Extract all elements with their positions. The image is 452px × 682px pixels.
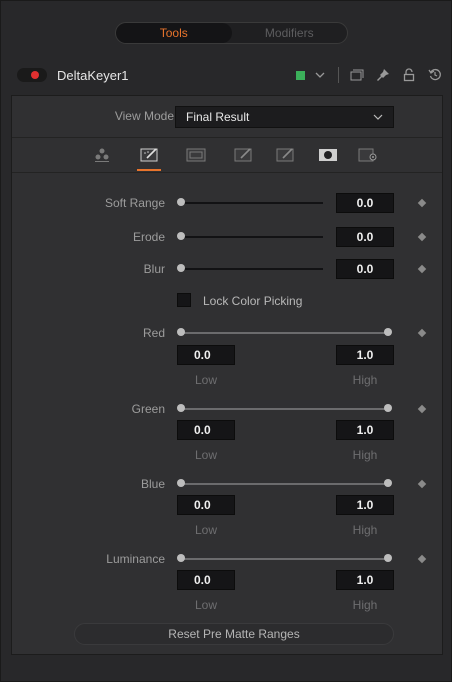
tool-enable-toggle[interactable] xyxy=(17,68,47,82)
erode-value[interactable]: 0.0 xyxy=(336,227,394,247)
view-mode-select[interactable]: Final Result xyxy=(175,106,394,128)
green-range-slider[interactable] xyxy=(181,408,389,410)
active-tab-indicator xyxy=(137,169,161,171)
tuning-tab-icon[interactable] xyxy=(276,147,296,163)
pre-matte-tab-icon[interactable] xyxy=(140,147,160,163)
reset-pre-matte-ranges-button[interactable]: Reset Pre Matte Ranges xyxy=(74,623,394,645)
pin-icon[interactable] xyxy=(375,67,391,83)
soft-range-value[interactable]: 0.0 xyxy=(336,193,394,213)
erode-slider[interactable] xyxy=(181,236,323,238)
chevron-down-icon xyxy=(373,107,383,133)
red-high-value[interactable]: 1.0 xyxy=(336,345,394,365)
blue-low-caption: Low xyxy=(194,523,217,537)
erode-label: Erode xyxy=(132,230,165,244)
red-high-caption: High xyxy=(352,373,378,387)
erode-handle[interactable] xyxy=(177,232,185,240)
blur-label: Blur xyxy=(143,262,165,276)
soft-range-handle[interactable] xyxy=(177,198,185,206)
view-mode-row: View Mode Final Result xyxy=(12,96,442,138)
color-swatch-menu[interactable] xyxy=(292,67,308,83)
luminance-low-caption: Low xyxy=(194,598,217,612)
fringe-tab-icon[interactable] xyxy=(234,147,254,163)
luminance-high-handle[interactable] xyxy=(384,554,392,562)
blur-slider[interactable] xyxy=(181,268,323,270)
soft-range-slider[interactable] xyxy=(181,202,323,204)
view-mode-label: View Mode xyxy=(114,109,174,123)
view-mode-value: Final Result xyxy=(186,110,250,124)
lock-icon[interactable] xyxy=(401,67,417,83)
green-low-caption: Low xyxy=(194,448,217,462)
luminance-low-value[interactable]: 0.0 xyxy=(177,570,235,590)
luminance-high-caption: High xyxy=(352,598,378,612)
inspector-panel: Tools Modifiers DeltaKeyer1 View Mode Fi… xyxy=(0,0,452,682)
header-actions xyxy=(292,63,443,87)
header-divider xyxy=(338,67,339,83)
luminance-high-value[interactable]: 1.0 xyxy=(336,570,394,590)
red-high-handle[interactable] xyxy=(384,328,392,336)
tool-header: DeltaKeyer1 xyxy=(11,63,443,87)
red-low-handle[interactable] xyxy=(177,328,185,336)
tab-modifiers[interactable]: Modifiers xyxy=(232,23,348,43)
blur-value[interactable]: 0.0 xyxy=(336,259,394,279)
green-swatch-icon xyxy=(295,70,305,80)
red-low-value[interactable]: 0.0 xyxy=(177,345,235,365)
green-high-handle[interactable] xyxy=(384,404,392,412)
key-tab-icon[interactable] xyxy=(92,147,112,163)
lock-color-picking-label: Lock Color Picking xyxy=(203,294,303,308)
blue-range-slider[interactable] xyxy=(181,483,389,485)
luminance-low-handle[interactable] xyxy=(177,554,185,562)
green-high-value[interactable]: 1.0 xyxy=(336,420,394,440)
control-tabs xyxy=(12,139,442,173)
soft-range-label: Soft Range xyxy=(104,196,165,210)
blur-handle[interactable] xyxy=(177,264,185,272)
blue-low-value[interactable]: 0.0 xyxy=(177,495,235,515)
green-high-caption: High xyxy=(352,448,378,462)
red-range-slider[interactable] xyxy=(181,332,389,334)
enabled-dot-icon xyxy=(31,71,39,79)
red-label: Red xyxy=(142,326,165,340)
mask-tab-icon[interactable] xyxy=(318,147,338,163)
blue-high-value[interactable]: 1.0 xyxy=(336,495,394,515)
tool-name: DeltaKeyer1 xyxy=(57,67,129,83)
matte-tab-icon[interactable] xyxy=(186,147,206,163)
green-low-handle[interactable] xyxy=(177,404,185,412)
reset-icon[interactable] xyxy=(427,67,443,83)
luminance-label: Luminance xyxy=(106,552,165,566)
chevron-down-icon[interactable] xyxy=(312,67,328,83)
blue-low-handle[interactable] xyxy=(177,479,185,487)
lock-color-picking-checkbox[interactable] xyxy=(177,293,191,307)
versions-icon[interactable] xyxy=(349,67,365,83)
settings-tab-icon[interactable] xyxy=(358,147,378,163)
blue-high-caption: High xyxy=(352,523,378,537)
tab-tools[interactable]: Tools xyxy=(116,23,232,43)
blue-label: Blue xyxy=(140,477,165,491)
luminance-range-slider[interactable] xyxy=(181,558,389,560)
green-label: Green xyxy=(131,402,165,416)
red-low-caption: Low xyxy=(194,373,217,387)
blue-high-handle[interactable] xyxy=(384,479,392,487)
green-low-value[interactable]: 0.0 xyxy=(177,420,235,440)
tools-modifiers-switch: Tools Modifiers xyxy=(115,22,348,44)
